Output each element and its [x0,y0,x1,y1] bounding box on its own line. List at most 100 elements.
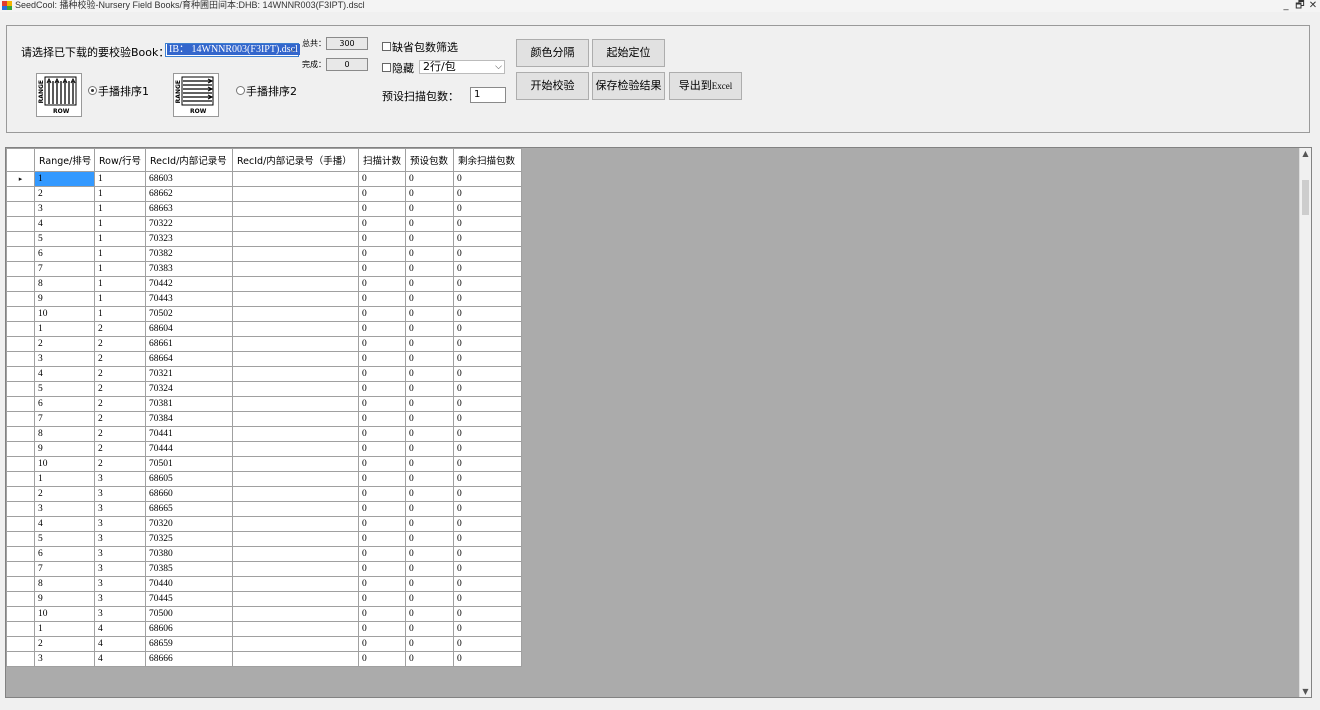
table-cell[interactable]: 7 [34,411,95,427]
table-cell[interactable]: 0 [453,621,522,637]
table-cell[interactable]: 0 [453,636,522,652]
table-cell[interactable]: 0 [358,546,406,562]
table-cell[interactable]: 1 [34,321,95,337]
table-cell[interactable] [232,276,359,292]
table-cell[interactable]: 2 [34,486,95,502]
row-header[interactable] [6,561,35,577]
table-row[interactable]: 4 2 70321 0 0 0 [6,366,522,382]
table-cell[interactable] [232,351,359,367]
table-cell[interactable]: 70324 [145,381,233,397]
table-cell[interactable]: 0 [405,591,454,607]
table-cell[interactable]: 4 [94,636,146,652]
table-cell[interactable] [232,246,359,262]
table-row[interactable]: 9 3 70445 0 0 0 [6,591,522,607]
table-cell[interactable] [232,531,359,547]
table-cell[interactable] [232,456,359,472]
table-cell[interactable]: 0 [453,216,522,232]
table-cell[interactable]: 0 [453,246,522,262]
row-header[interactable] [6,501,35,517]
table-cell[interactable] [232,516,359,532]
row-header[interactable] [6,186,35,202]
table-cell[interactable]: 70384 [145,411,233,427]
table-cell[interactable]: 0 [405,396,454,412]
table-cell[interactable]: 0 [405,261,454,277]
table-row[interactable]: 3 1 68663 0 0 0 [6,201,522,217]
table-cell[interactable]: 0 [453,291,522,307]
table-cell[interactable]: 0 [453,186,522,202]
table-cell[interactable]: 3 [94,576,146,592]
table-cell[interactable]: 3 [94,606,146,622]
table-cell[interactable]: 0 [453,171,522,187]
table-cell[interactable] [232,321,359,337]
row-header[interactable] [6,396,35,412]
table-cell[interactable]: 8 [34,276,95,292]
row-header[interactable] [6,336,35,352]
table-cell[interactable] [232,216,359,232]
table-cell[interactable]: 2 [94,351,146,367]
table-cell[interactable]: 0 [453,366,522,382]
table-cell[interactable]: 0 [358,426,406,442]
table-cell[interactable] [232,336,359,352]
table-row[interactable]: 3 3 68665 0 0 0 [6,501,522,517]
table-row[interactable]: 5 1 70323 0 0 0 [6,231,522,247]
table-cell[interactable]: 0 [405,291,454,307]
table-cell[interactable]: 8 [34,576,95,592]
table-cell[interactable]: 0 [453,546,522,562]
row-header[interactable] [6,231,35,247]
table-cell[interactable]: 0 [358,246,406,262]
table-cell[interactable]: 7 [34,261,95,277]
table-cell[interactable]: 0 [358,636,406,652]
table-cell[interactable]: 70322 [145,216,233,232]
table-cell[interactable]: 0 [405,381,454,397]
table-cell[interactable]: 0 [453,336,522,352]
start-position-button[interactable]: 起始定位 [592,39,665,67]
table-cell[interactable] [232,306,359,322]
table-cell[interactable] [232,441,359,457]
table-cell[interactable]: 68666 [145,651,233,667]
table-cell[interactable]: 3 [94,591,146,607]
vertical-scrollbar[interactable]: ▲ ▼ [1299,148,1311,697]
table-cell[interactable]: 0 [405,201,454,217]
table-cell[interactable]: 0 [358,216,406,232]
table-cell[interactable]: 0 [405,516,454,532]
table-cell[interactable]: 0 [405,501,454,517]
table-cell[interactable] [232,651,359,667]
table-cell[interactable]: 0 [405,471,454,487]
table-cell[interactable]: 0 [453,411,522,427]
table-cell[interactable] [232,171,359,187]
table-cell[interactable]: 9 [34,591,95,607]
table-cell[interactable]: 0 [405,306,454,322]
table-cell[interactable]: 68665 [145,501,233,517]
table-row[interactable]: 8 3 70440 0 0 0 [6,576,522,592]
table-cell[interactable] [232,231,359,247]
table-row[interactable]: 2 3 68660 0 0 0 [6,486,522,502]
table-cell[interactable]: 0 [453,396,522,412]
row-header[interactable] [6,276,35,292]
table-cell[interactable]: 0 [358,651,406,667]
table-cell[interactable]: 0 [358,261,406,277]
table-cell[interactable]: 0 [453,306,522,322]
table-row[interactable]: 5 2 70324 0 0 0 [6,381,522,397]
table-cell[interactable]: 0 [405,456,454,472]
table-cell[interactable]: 0 [453,531,522,547]
row-header[interactable] [6,546,35,562]
table-row[interactable]: 7 3 70385 0 0 0 [6,561,522,577]
table-cell[interactable]: 3 [94,546,146,562]
restore-icon[interactable]: 🗗 [1294,0,1306,11]
table-cell[interactable]: 0 [405,321,454,337]
table-cell[interactable]: 0 [405,231,454,247]
table-row[interactable]: 8 1 70442 0 0 0 [6,276,522,292]
table-cell[interactable]: 0 [358,336,406,352]
table-cell[interactable]: 0 [405,576,454,592]
table-cell[interactable]: 5 [34,231,95,247]
table-cell[interactable]: 0 [358,576,406,592]
table-cell[interactable]: 0 [358,201,406,217]
rows-per-pack-select[interactable]: 2行/包 ⌵ [419,60,505,74]
table-cell[interactable]: 0 [358,351,406,367]
table-cell[interactable] [232,546,359,562]
table-cell[interactable]: 70383 [145,261,233,277]
row-header[interactable] [6,321,35,337]
table-cell[interactable]: 1 [94,231,146,247]
table-cell[interactable]: 1 [94,291,146,307]
table-cell[interactable] [232,201,359,217]
